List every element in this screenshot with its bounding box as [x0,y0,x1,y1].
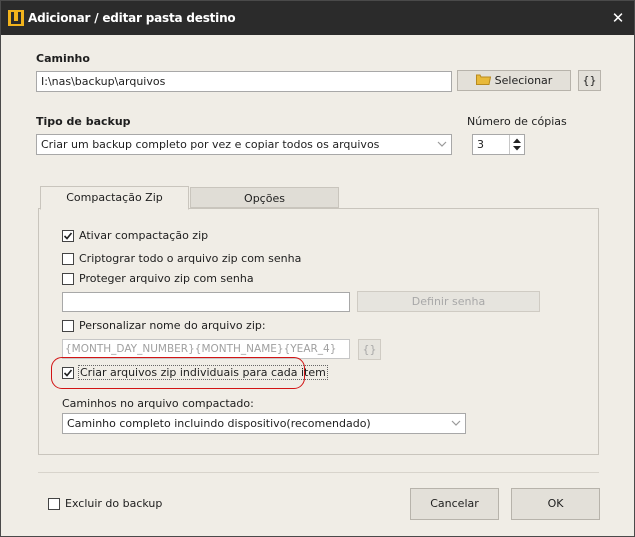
path-variables-button[interactable]: {} [578,70,601,91]
copies-value: 3 [477,138,484,151]
title-bar[interactable]: Adicionar / editar pasta destino ✕ [1,1,634,35]
custom-name-label[interactable]: Personalizar nome do arquivo zip: [79,319,266,332]
copies-spinner[interactable]: 3 [472,134,525,155]
select-folder-button[interactable]: Selecionar [457,70,571,91]
ok-button[interactable]: OK [511,488,600,520]
chevron-down-icon [436,138,448,150]
copies-label: Número de cópias [467,115,567,128]
define-password-button[interactable]: Definir senha [357,291,540,312]
protect-zip-label[interactable]: Proteger arquivo zip com senha [79,272,254,285]
spinner-arrows-icon[interactable] [509,135,524,154]
tab-options[interactable]: Opções [190,187,339,208]
encrypt-zip-checkbox[interactable] [62,253,74,265]
cancel-button[interactable]: Cancelar [410,488,499,520]
enable-zip-label[interactable]: Ativar compactação zip [79,229,208,242]
password-input[interactable] [62,292,350,312]
folder-icon [475,72,491,91]
individual-zip-label[interactable]: Criar arquivos zip individuais para cada… [78,365,328,380]
close-icon[interactable]: ✕ [610,10,626,26]
chevron-down-icon [450,417,462,429]
zip-paths-value: Caminho completo incluindo dispositivo(r… [67,417,371,430]
app-logo-icon [8,10,24,26]
backup-type-label: Tipo de backup [36,115,131,128]
zip-paths-label: Caminhos no arquivo compactado: [62,397,254,410]
enable-zip-checkbox[interactable] [62,230,74,242]
individual-zip-checkbox[interactable] [62,367,74,379]
encrypt-zip-label[interactable]: Criptograr todo o arquivo zip com senha [79,252,301,265]
window-title: Adicionar / editar pasta destino [28,11,236,25]
path-input[interactable]: I:\nas\backup\arquivos [36,71,452,92]
tab-zip-compression[interactable]: Compactação Zip [40,186,189,210]
tab-zip-compression-label: Compactação Zip [66,191,163,204]
footer-separator [38,472,599,473]
select-folder-label: Selecionar [494,74,553,87]
zip-name-variables-button[interactable]: {} [358,339,381,360]
dialog-window: Adicionar / editar pasta destino ✕ Camin… [0,0,635,537]
backup-type-value: Criar um backup completo por vez e copia… [41,138,380,151]
protect-zip-checkbox[interactable] [62,273,74,285]
zip-name-pattern-input[interactable]: {MONTH_DAY_NUMBER}{MONTH_NAME}{YEAR_4} [62,339,350,359]
tab-options-label: Opções [244,192,285,205]
custom-name-checkbox[interactable] [62,320,74,332]
path-label: Caminho [36,52,90,65]
exclude-backup-label[interactable]: Excluir do backup [65,497,162,510]
backup-type-select[interactable]: Criar um backup completo por vez e copia… [36,134,452,155]
exclude-backup-checkbox[interactable] [48,498,60,510]
checkmark-icon [63,369,73,377]
zip-paths-select[interactable]: Caminho completo incluindo dispositivo(r… [62,413,466,434]
checkmark-icon [63,232,73,240]
